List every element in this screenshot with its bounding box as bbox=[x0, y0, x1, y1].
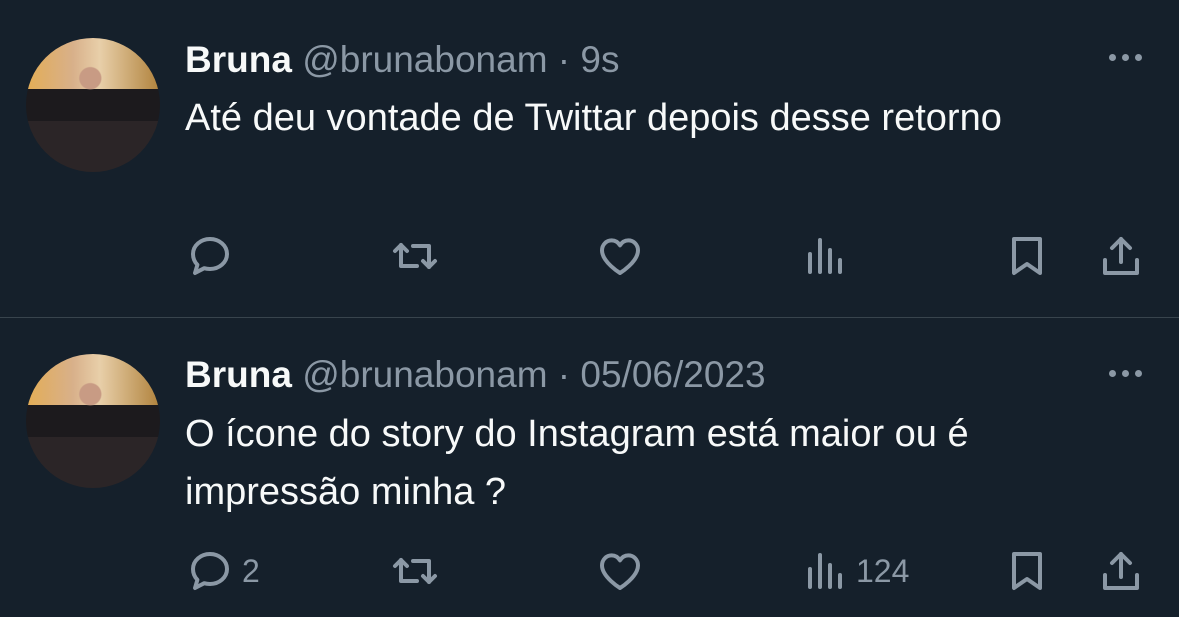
bookmark-icon bbox=[1012, 237, 1042, 275]
like-button[interactable] bbox=[596, 231, 652, 281]
tweet[interactable]: Bruna @brunabonam · 9s Até deu vontade d… bbox=[0, 0, 1179, 318]
action-bar bbox=[0, 231, 1179, 281]
tweet-header: Bruna @brunabonam · 05/06/2023 bbox=[185, 354, 766, 396]
tweet-header: Bruna @brunabonam · 9s bbox=[185, 39, 619, 81]
reply-icon bbox=[191, 237, 229, 275]
separator: · bbox=[557, 354, 571, 395]
share-button[interactable] bbox=[1097, 231, 1145, 281]
username-handle[interactable]: @brunabonam bbox=[302, 39, 547, 80]
display-name[interactable]: Bruna bbox=[185, 354, 292, 395]
timestamp[interactable]: 05/06/2023 bbox=[580, 354, 765, 395]
more-icon[interactable] bbox=[1106, 366, 1146, 380]
separator: · bbox=[557, 39, 571, 80]
username-handle[interactable]: @brunabonam bbox=[302, 354, 547, 395]
heart-icon bbox=[600, 553, 640, 590]
heart-icon bbox=[600, 238, 640, 275]
retweet-icon bbox=[393, 243, 437, 269]
reply-button[interactable] bbox=[186, 231, 242, 281]
share-icon bbox=[1103, 237, 1139, 275]
share-button[interactable] bbox=[1097, 546, 1145, 596]
display-name[interactable]: Bruna bbox=[185, 39, 292, 80]
bookmark-button[interactable] bbox=[1003, 546, 1051, 596]
retweet-button[interactable] bbox=[391, 231, 447, 281]
retweet-button[interactable] bbox=[391, 546, 447, 596]
views-button[interactable]: 124 bbox=[800, 546, 909, 596]
tweet-text: Até deu vontade de Twittar depois desse … bbox=[185, 97, 1002, 139]
bookmark-button[interactable] bbox=[1003, 231, 1051, 281]
retweet-icon bbox=[393, 558, 437, 584]
like-button[interactable] bbox=[596, 546, 652, 596]
reply-button[interactable]: 2 bbox=[186, 546, 260, 596]
action-bar: 2 124 bbox=[0, 546, 1179, 596]
tweet[interactable]: Bruna @brunabonam · 05/06/2023 O ícone d… bbox=[0, 318, 1179, 617]
bookmark-icon bbox=[1012, 552, 1042, 590]
tweet-text: O ícone do story do Instagram está maior… bbox=[185, 413, 969, 513]
avatar[interactable] bbox=[26, 38, 160, 172]
view-count: 124 bbox=[856, 552, 910, 589]
reply-count: 2 bbox=[242, 552, 260, 589]
reply-icon bbox=[191, 552, 229, 590]
views-icon bbox=[808, 238, 842, 274]
share-icon bbox=[1103, 552, 1139, 590]
avatar[interactable] bbox=[26, 354, 160, 488]
views-button[interactable] bbox=[800, 231, 856, 281]
timestamp[interactable]: 9s bbox=[580, 39, 619, 80]
more-icon[interactable] bbox=[1106, 50, 1146, 64]
views-icon bbox=[808, 553, 842, 589]
